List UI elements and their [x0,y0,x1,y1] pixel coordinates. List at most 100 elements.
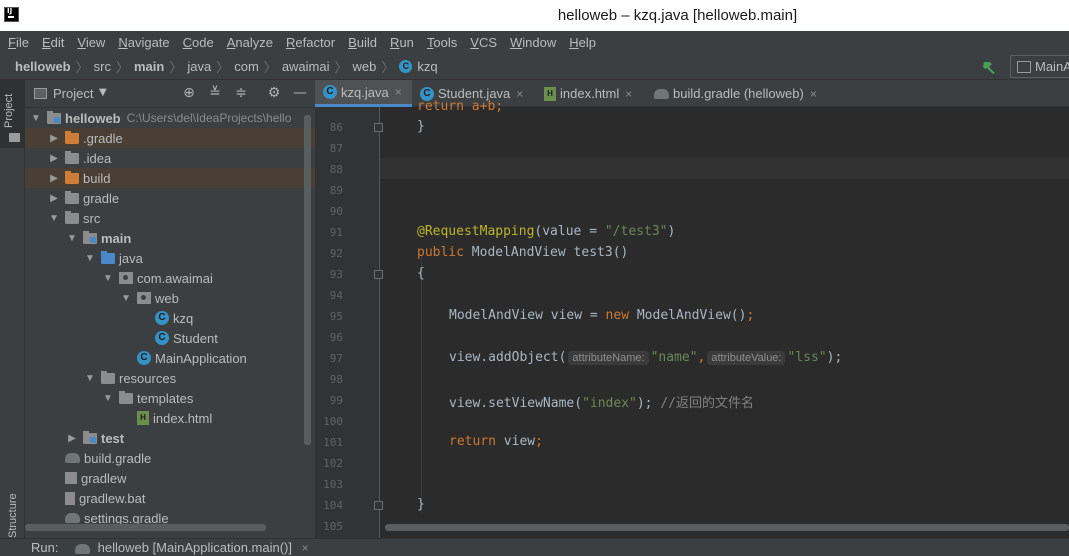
gradle-icon [65,513,80,523]
chevron-down-icon[interactable]: ▼ [120,293,132,304]
tree-item-web[interactable]: ▼ web [25,288,315,308]
menu-view[interactable]: View [77,35,105,50]
tree-item-student[interactable]: C Student [25,328,315,348]
line-number-gutter[interactable]: 86 87 88 89 90 91 92 93 94 95 96 97 98 9… [315,107,383,538]
chevron-down-icon[interactable]: ▼ [48,213,60,224]
tab-index-html[interactable]: H index.html × [536,80,646,107]
chevron-right-icon[interactable]: ▶ [48,173,60,184]
chevron-right-icon[interactable]: ▶ [48,153,60,164]
tree-item-test[interactable]: ▶ test [25,428,315,448]
tree-item-build-gradle[interactable]: build.gradle [25,448,315,468]
tree-item-idea[interactable]: ▶ .idea [25,148,315,168]
breadcrumb-item[interactable]: helloweb [15,59,71,74]
tree-item-label: gradle [83,190,120,206]
tab-kzq-java[interactable]: C kzq.java × [315,80,412,107]
breadcrumb-item[interactable]: java [187,59,211,74]
tree-item-label: resources [119,370,177,386]
chevron-down-icon[interactable]: ▼ [84,253,96,264]
project-panel-title[interactable]: Project [53,86,93,101]
tree-item-index-html[interactable]: H index.html [25,408,315,428]
menu-navigate[interactable]: Navigate [118,35,169,50]
breadcrumb-separator: 〉 [334,59,348,75]
tree-item-build[interactable]: ▶ build [25,168,315,188]
tree-item-mainapplication[interactable]: C MainApplication [25,348,315,368]
editor-horizontal-scrollbar[interactable] [385,524,1069,531]
code-area[interactable]: return a+b; } @RequestMapping(value = "/… [380,99,1069,538]
run-tool-bar: Run: helloweb [MainApplication.main()] × [0,538,1069,556]
close-icon[interactable]: × [302,541,309,555]
tree-item-gradle-dir[interactable]: ▶ .gradle [25,128,315,148]
expand-all-icon[interactable]: ≚ [207,85,223,101]
breadcrumb-item[interactable]: awaimai [282,59,330,74]
menu-refactor[interactable]: Refactor [286,35,335,50]
menu-window[interactable]: Window [510,35,556,50]
chevron-down-icon[interactable]: ▼ [102,273,114,284]
close-icon[interactable]: × [810,87,817,101]
close-icon[interactable]: × [625,87,632,101]
tree-item-label: java [119,250,143,266]
folder-icon [65,190,79,204]
tree-item-com-awaimai[interactable]: ▼ com.awaimai [25,268,315,288]
tree-item-label: Student [173,330,218,346]
run-label: Run: [31,540,59,555]
chevron-down-icon[interactable]: ▼ [102,393,114,404]
chevron-right-icon[interactable]: ▶ [66,433,78,444]
menu-code[interactable]: Code [183,35,214,50]
menu-file[interactable]: File [8,35,29,50]
breadcrumb-separator: 〉 [169,59,183,75]
structure-tool-label[interactable]: Structure [7,493,19,538]
editor: C kzq.java × C Student.java × H index.ht… [315,80,1069,538]
menu-build[interactable]: Build [348,35,377,50]
breadcrumb-item[interactable]: kzq [417,59,437,74]
project-vertical-scrollbar[interactable] [304,115,311,445]
menu-analyze[interactable]: Analyze [227,35,273,50]
chevron-down-icon[interactable]: ▼ [99,87,107,98]
tree-item-helloweb[interactable]: ▼ helloweb C:\Users\del\IdeaProjects\hel… [25,108,315,128]
tree-item-gradlew-bat[interactable]: gradlew.bat [25,488,315,508]
menu-vcs[interactable]: VCS [470,35,497,50]
code-line: { [417,266,425,281]
breadcrumb-separator: 〉 [381,59,395,75]
breadcrumb-item[interactable]: com [234,59,259,74]
line-number: 87 [329,142,343,155]
menu-run[interactable]: Run [390,35,414,50]
project-horizontal-scrollbar[interactable] [25,524,266,531]
collapse-all-icon[interactable]: ≑ [233,85,249,101]
breadcrumb-item[interactable]: src [94,59,111,74]
build-hammer-icon[interactable] [982,60,997,74]
locate-icon[interactable]: ⊕ [181,85,197,101]
tree-item-java[interactable]: ▼ java [25,248,315,268]
close-icon[interactable]: × [516,87,523,101]
tab-build-gradle[interactable]: build.gradle (helloweb) × [646,80,836,107]
project-tool-tab[interactable]: Project [0,80,25,148]
tree-item-main[interactable]: ▼ main [25,228,315,248]
breadcrumb-separator: 〉 [115,59,129,75]
menu-help[interactable]: Help [569,35,596,50]
chevron-down-icon[interactable]: ▼ [84,373,96,384]
line-number: 97 [329,352,343,365]
gradle-icon [654,88,669,99]
menu-tools[interactable]: Tools [427,35,457,50]
run-tab-helloweb[interactable]: helloweb [MainApplication.main()] × [75,540,309,555]
tree-item-resources[interactable]: ▼ resources [25,368,315,388]
minimize-icon[interactable]: — [292,85,308,101]
run-configuration-select[interactable]: MainA [1010,55,1069,78]
tree-item-gradlew[interactable]: gradlew [25,468,315,488]
chevron-right-icon[interactable]: ▶ [48,133,60,144]
breadcrumb-item[interactable]: main [134,59,164,74]
chevron-down-icon[interactable]: ▼ [30,113,42,124]
tree-item-templates[interactable]: ▼ templates [25,388,315,408]
tree-item-label: index.html [153,410,213,426]
tree-item-kzq[interactable]: C kzq [25,308,315,328]
tree-item-src[interactable]: ▼ src [25,208,315,228]
breadcrumb-item[interactable]: web [353,59,377,74]
close-icon[interactable]: × [395,85,402,99]
chevron-right-icon[interactable]: ▶ [48,193,60,204]
breadcrumb-separator: 〉 [75,59,89,75]
line-number: 92 [329,247,343,260]
chevron-down-icon[interactable]: ▼ [66,233,78,244]
project-panel-header: Project ▼ ⊕ ≚ ≑ ⚙ — [25,80,315,108]
tree-item-gradle[interactable]: ▶ gradle [25,188,315,208]
gear-icon[interactable]: ⚙ [266,85,282,101]
menu-edit[interactable]: Edit [42,35,64,50]
